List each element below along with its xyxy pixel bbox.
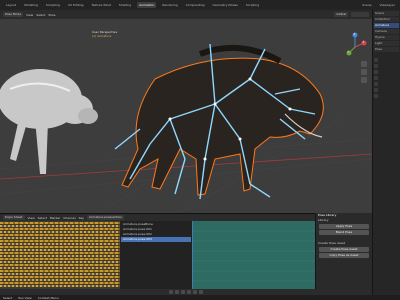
gizmo-x-label: X xyxy=(362,41,365,44)
properties-tabs xyxy=(373,58,400,98)
3d-viewport[interactable]: User Perspective (1) Armature X Z Y xyxy=(0,19,372,213)
viewport-scene xyxy=(0,32,372,213)
status-bar: Select Pan View Context Menu xyxy=(0,295,400,300)
pose-library-panel: Pose Library Library Apply Pose Blend Po… xyxy=(315,213,372,289)
top-menu-bar: Layout Modeling Sculpting UV Editing Tex… xyxy=(0,0,400,10)
workspace-tab-modeling[interactable]: Modeling xyxy=(22,2,40,8)
copy-pose-asset-button[interactable]: Copy Pose as Asset xyxy=(319,253,369,258)
library-section-header[interactable]: Library xyxy=(316,218,372,223)
scene-selector[interactable]: Scene xyxy=(360,2,373,8)
create-pose-asset-button[interactable]: Create Pose Asset xyxy=(319,247,369,252)
workspace-tab-compositing[interactable]: Compositing xyxy=(184,2,207,8)
workspace-tab-layout[interactable]: Layout xyxy=(4,2,18,8)
data-properties-icon[interactable] xyxy=(374,94,378,98)
workspace-tab-geometry-nodes[interactable]: Geometry Nodes xyxy=(211,2,240,8)
workspace-tab-rendering[interactable]: Rendering xyxy=(160,2,179,8)
keyframe-grid xyxy=(192,221,315,289)
workspace-tab-animation[interactable]: Animation xyxy=(137,2,157,8)
pose-list: Armature.poseBone Armature.pose.001 Arma… xyxy=(121,222,191,242)
editor-type-selector[interactable]: Dope Sheet xyxy=(3,215,25,220)
play-icon[interactable] xyxy=(187,290,191,294)
viewport-overlay-subtitle: (1) Armature xyxy=(92,34,112,38)
render-properties-icon[interactable] xyxy=(374,58,378,62)
play-reverse-icon[interactable] xyxy=(181,290,185,294)
hyena-body-outline xyxy=(121,57,324,196)
workspace-tab-scripting[interactable]: Scripting xyxy=(244,2,261,8)
outliner-item[interactable]: Armature xyxy=(374,23,399,28)
viewport-nav-buttons[interactable] xyxy=(361,61,367,83)
prev-keyframe-icon[interactable] xyxy=(175,290,179,294)
outliner-item[interactable]: Light xyxy=(374,41,399,46)
status-select-hint: Select xyxy=(3,295,13,300)
transform-orientation-dropdown[interactable]: Global xyxy=(334,12,348,17)
jump-start-icon[interactable] xyxy=(169,290,173,294)
dopesheet-channel-menu[interactable]: Channel xyxy=(63,216,75,220)
workspace-tab-shading[interactable]: Shading xyxy=(117,2,133,8)
select-menu[interactable]: Select xyxy=(36,13,45,17)
outliner-item[interactable]: Pose xyxy=(374,47,399,52)
constraint-properties-icon[interactable] xyxy=(374,88,378,92)
outliner-item[interactable]: Scene Collection xyxy=(374,11,399,16)
dopesheet-select-menu[interactable]: Select xyxy=(38,216,47,220)
create-pose-section-header[interactable]: Create Pose Asset xyxy=(316,241,372,246)
viewport-shading-buttons[interactable] xyxy=(351,12,369,17)
status-context-hint: Context Menu xyxy=(37,295,59,300)
view-menu[interactable]: View xyxy=(26,13,33,17)
output-properties-icon[interactable] xyxy=(374,64,378,68)
outliner-item[interactable]: Collection xyxy=(374,17,399,22)
outliner-properties-panel: Scene Collection Collection Armature Cam… xyxy=(372,10,400,300)
status-pan-hint: Pan View xyxy=(18,295,32,300)
mode-selector[interactable]: Pose Mode xyxy=(3,12,24,17)
dopesheet-keyframes-right[interactable] xyxy=(192,221,315,289)
pose-list-item-selected[interactable]: Armature.pose.003 xyxy=(121,237,191,242)
apply-pose-button[interactable]: Apply Pose xyxy=(319,224,369,229)
gizmo-z-label: Z xyxy=(353,33,356,36)
dopesheet-view-menu[interactable]: View xyxy=(28,216,35,220)
dopesheet-keyframes-left[interactable] xyxy=(0,221,120,289)
dopesheet-marker-menu[interactable]: Marker xyxy=(50,216,60,220)
action-selector[interactable]: Armature.posesAction xyxy=(87,215,125,220)
dopesheet-key-menu[interactable]: Key xyxy=(79,216,84,220)
jump-end-icon[interactable] xyxy=(199,290,203,294)
viewport-header: Pose Mode View Select Pose Global xyxy=(0,10,372,19)
view-layer-selector[interactable]: ViewLayer xyxy=(378,2,397,8)
pose-menu[interactable]: Pose xyxy=(48,13,55,17)
workspace-tab-sculpting[interactable]: Sculpting xyxy=(44,2,62,8)
x-axis-line xyxy=(0,153,372,180)
gizmo-y-label: Y xyxy=(347,51,350,54)
object-properties-icon[interactable] xyxy=(374,76,378,80)
workspace-tab-texture-paint[interactable]: Texture Paint xyxy=(90,2,113,8)
blend-pose-button[interactable]: Blend Pose xyxy=(319,230,369,235)
next-keyframe-icon[interactable] xyxy=(193,290,197,294)
scene-properties-icon[interactable] xyxy=(374,70,378,74)
bone-properties-icon[interactable] xyxy=(374,82,378,86)
outliner-item[interactable]: Hyena xyxy=(374,35,399,40)
workspace-tab-uv-editing[interactable]: UV Editing xyxy=(66,2,86,8)
outliner-item[interactable]: Camera xyxy=(374,29,399,34)
